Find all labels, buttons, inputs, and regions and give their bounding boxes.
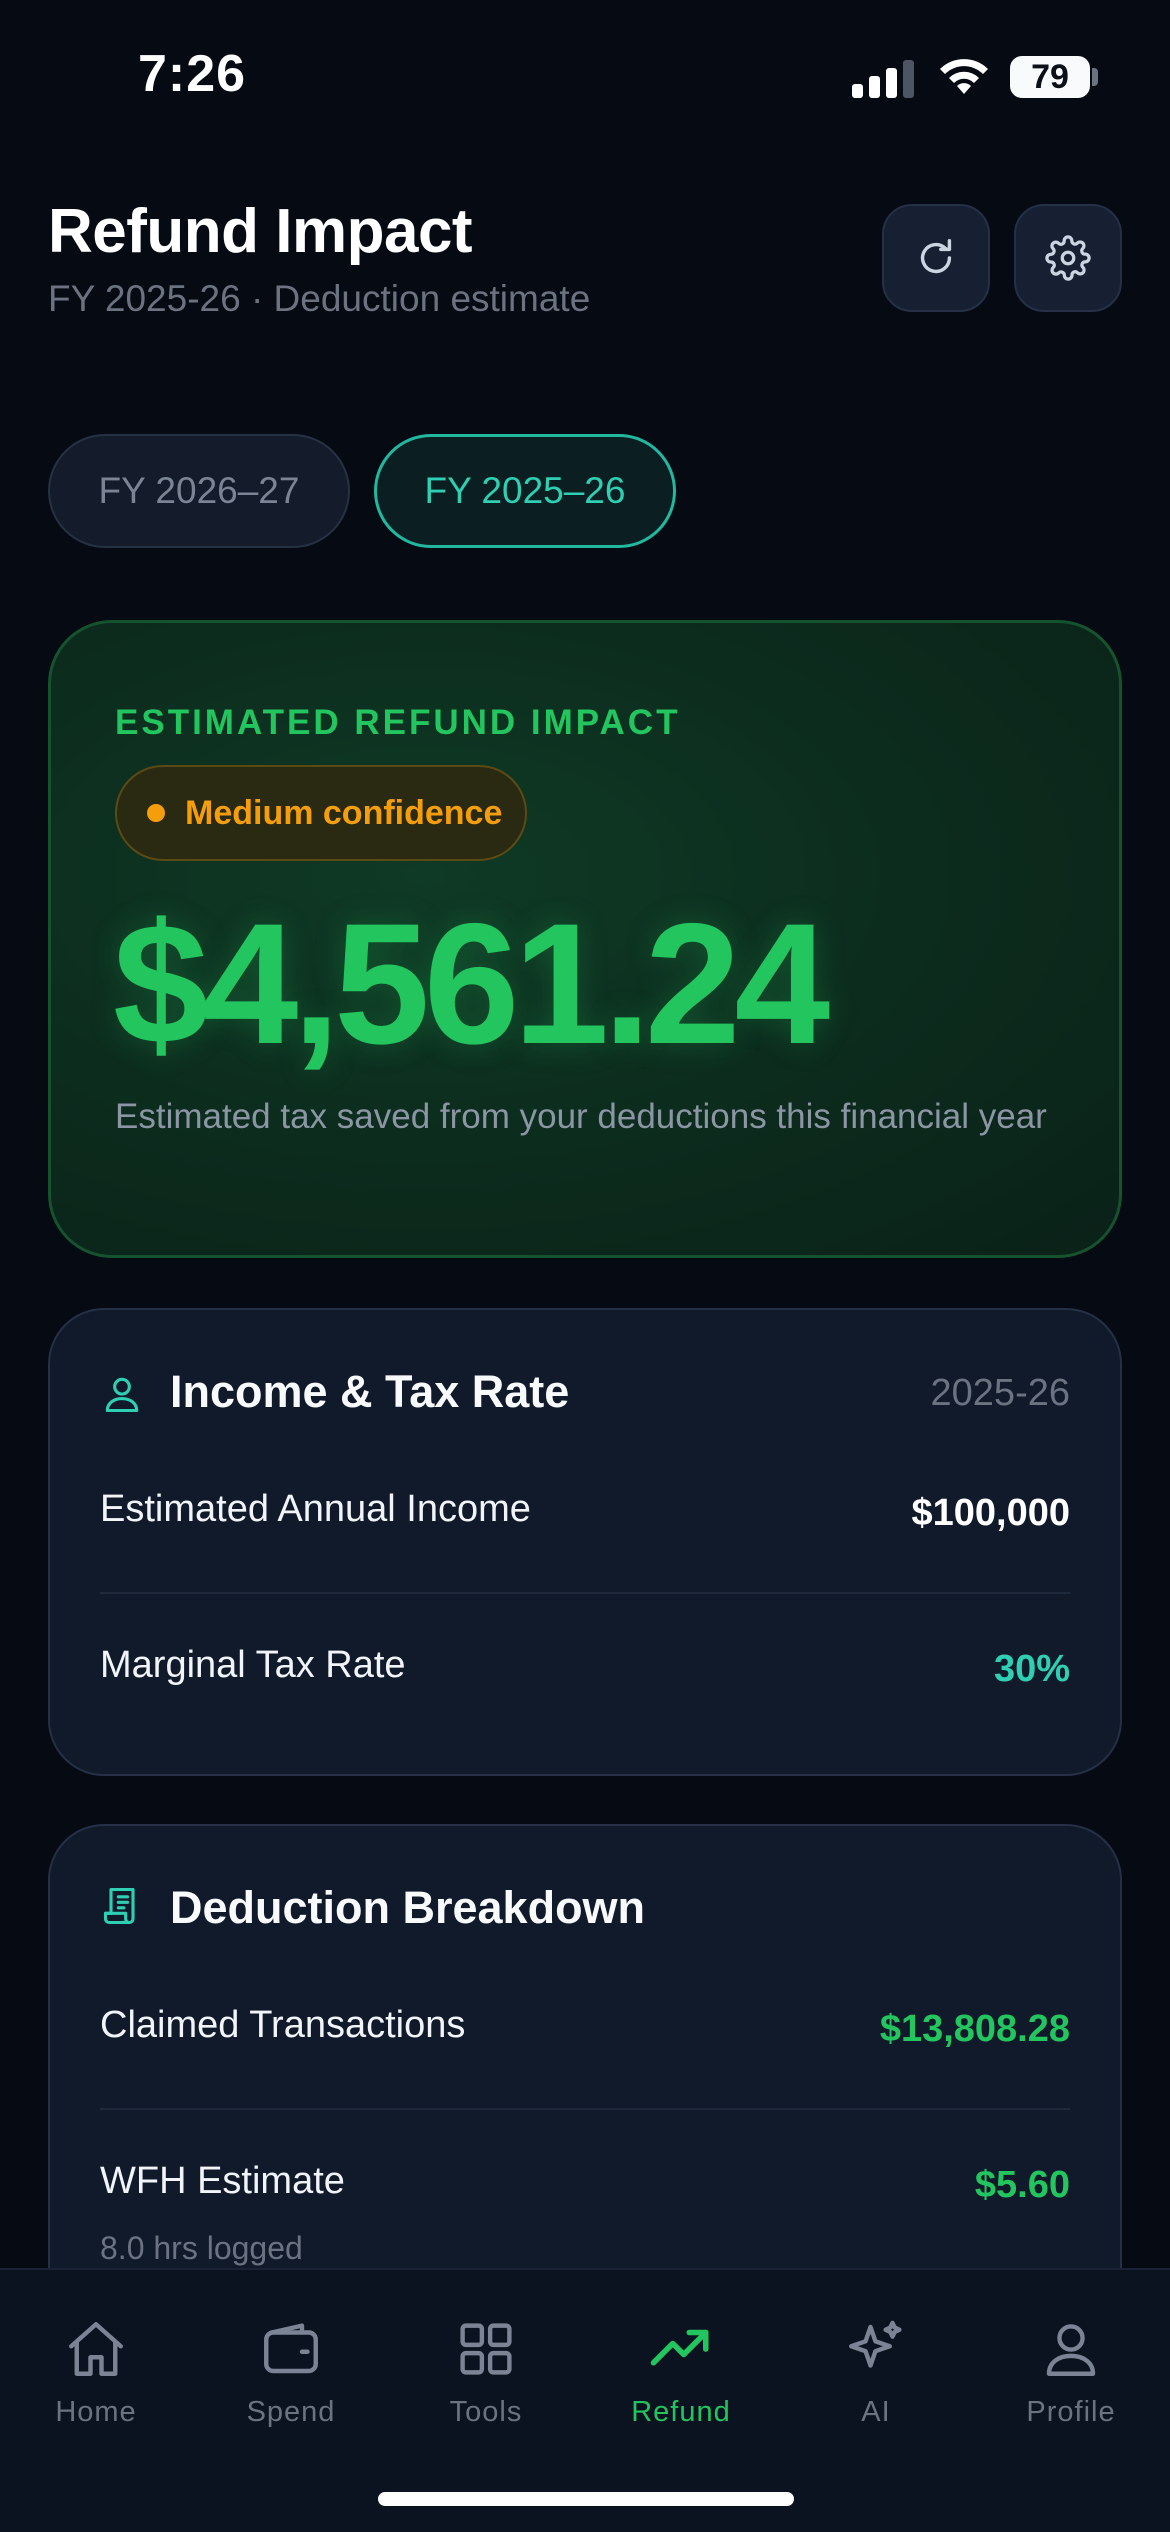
refund-impact-card: ESTIMATED REFUND IMPACT Medium confidenc…: [48, 620, 1122, 1258]
confidence-label: Medium confidence: [185, 793, 503, 832]
divider: [100, 2108, 1070, 2110]
nav-profile-label: Profile: [1026, 2396, 1116, 2428]
income-tax-card: Income & Tax Rate 2025-26 Estimated Annu…: [48, 1308, 1122, 1776]
settings-button[interactable]: [1014, 204, 1122, 312]
battery-tip: [1092, 68, 1098, 86]
nav-spend[interactable]: Spend: [201, 2316, 381, 2429]
tax-rate-label: Marginal Tax Rate: [100, 1644, 406, 1686]
income-row-label: Estimated Annual Income: [100, 1488, 531, 1530]
page-subtitle: FY 2025-26 · Deduction estimate: [48, 278, 591, 319]
signal-icon: [852, 58, 916, 98]
wifi-icon: [940, 59, 988, 94]
page-title: Refund Impact: [48, 197, 473, 266]
nav-ai-label: AI: [861, 2396, 891, 2428]
gear-icon: [1045, 235, 1091, 281]
home-indicator[interactable]: [378, 2492, 794, 2506]
income-card-title: Income & Tax Rate: [170, 1366, 570, 1417]
refresh-icon: [920, 239, 952, 274]
nav-tools-label: Tools: [449, 2396, 523, 2428]
refund-kicker: ESTIMATED REFUND IMPACT: [115, 703, 681, 742]
confidence-dot-icon: [147, 804, 165, 822]
trending-up-icon: [650, 2329, 709, 2366]
sparkles-icon: [849, 2320, 902, 2368]
wfh-estimate-value: $5.60: [974, 2164, 1070, 2206]
nav-tools[interactable]: Tools: [396, 2316, 576, 2429]
nav-home[interactable]: Home: [6, 2316, 186, 2429]
tab-fy-2026-27[interactable]: FY 2026–27: [48, 434, 350, 548]
refresh-button[interactable]: [882, 204, 990, 312]
receipt-icon: [103, 1887, 135, 1925]
deduction-card-title: Deduction Breakdown: [170, 1882, 646, 1933]
nav-spend-label: Spend: [246, 2396, 336, 2428]
nav-profile[interactable]: Profile: [981, 2316, 1161, 2429]
user-icon: [105, 1377, 139, 1413]
refund-description: Estimated tax saved from your deductions…: [115, 1097, 1047, 1136]
wfh-estimate-label: WFH Estimate: [100, 2160, 345, 2202]
claimed-transactions-label: Claimed Transactions: [100, 2004, 466, 2046]
grid-icon: [460, 2323, 512, 2375]
divider: [100, 1592, 1070, 1594]
wallet-icon: [264, 2323, 318, 2374]
nav-ai[interactable]: AI: [786, 2316, 966, 2429]
status-bar: 7:26 79: [0, 0, 1170, 150]
battery-indicator: 79: [1010, 56, 1090, 98]
status-time: 7:26: [138, 45, 247, 103]
tab-fy-2025-26[interactable]: FY 2025–26: [374, 434, 676, 548]
refund-amount: $4,561.24: [113, 888, 830, 1080]
confidence-badge: Medium confidence: [115, 765, 527, 861]
claimed-transactions-value: $13,808.28: [879, 2008, 1070, 2050]
income-card-year: 2025-26: [930, 1372, 1070, 1414]
person-icon: [1046, 2324, 1096, 2376]
income-row-value: $100,000: [911, 1492, 1071, 1534]
home-icon: [69, 2322, 123, 2376]
nav-refund[interactable]: Refund: [591, 2316, 771, 2429]
nav-refund-label: Refund: [631, 2396, 731, 2428]
nav-home-label: Home: [55, 2396, 137, 2428]
wfh-hours-logged: 8.0 hrs logged: [100, 2230, 303, 2266]
tax-rate-value: 30%: [993, 1648, 1070, 1690]
